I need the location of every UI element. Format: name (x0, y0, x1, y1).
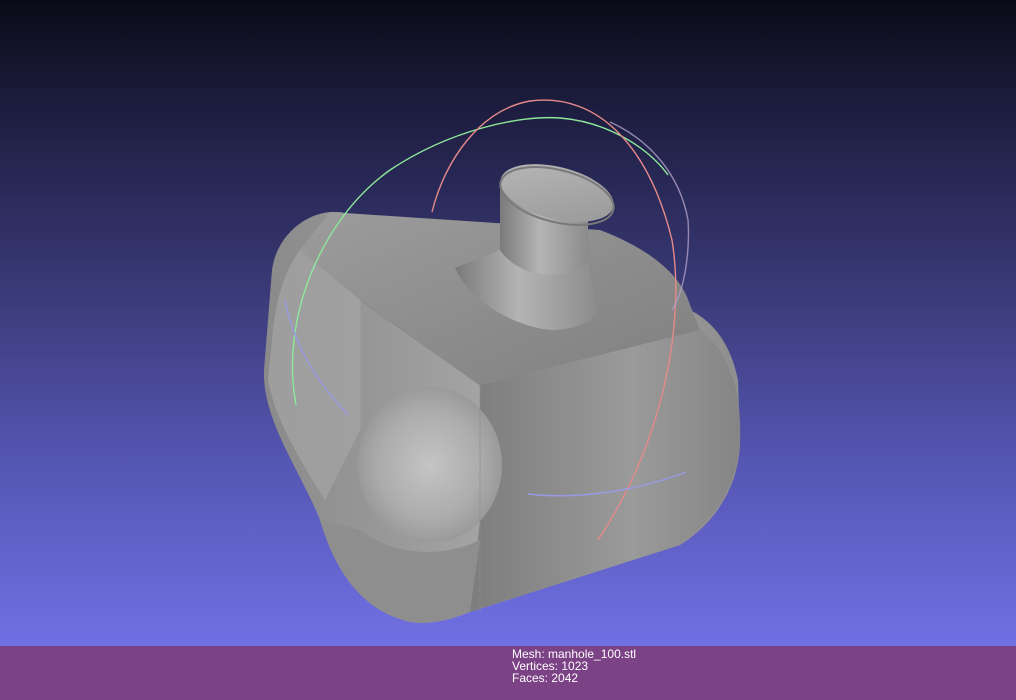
info-panel: Mesh: manhole_100.stl Vertices: 1023 Fac… (0, 646, 1016, 700)
faces-count-label: Faces: 2042 (512, 671, 579, 685)
meshlab-window: Mesh: manhole_100.stl Vertices: 1023 Fac… (0, 0, 1016, 700)
mesh-model[interactable] (263, 154, 741, 623)
3d-viewport[interactable] (0, 0, 1016, 646)
mesh-info: Mesh: manhole_100.stl Vertices: 1023 Fac… (512, 648, 636, 684)
scene-canvas[interactable] (0, 0, 1016, 646)
